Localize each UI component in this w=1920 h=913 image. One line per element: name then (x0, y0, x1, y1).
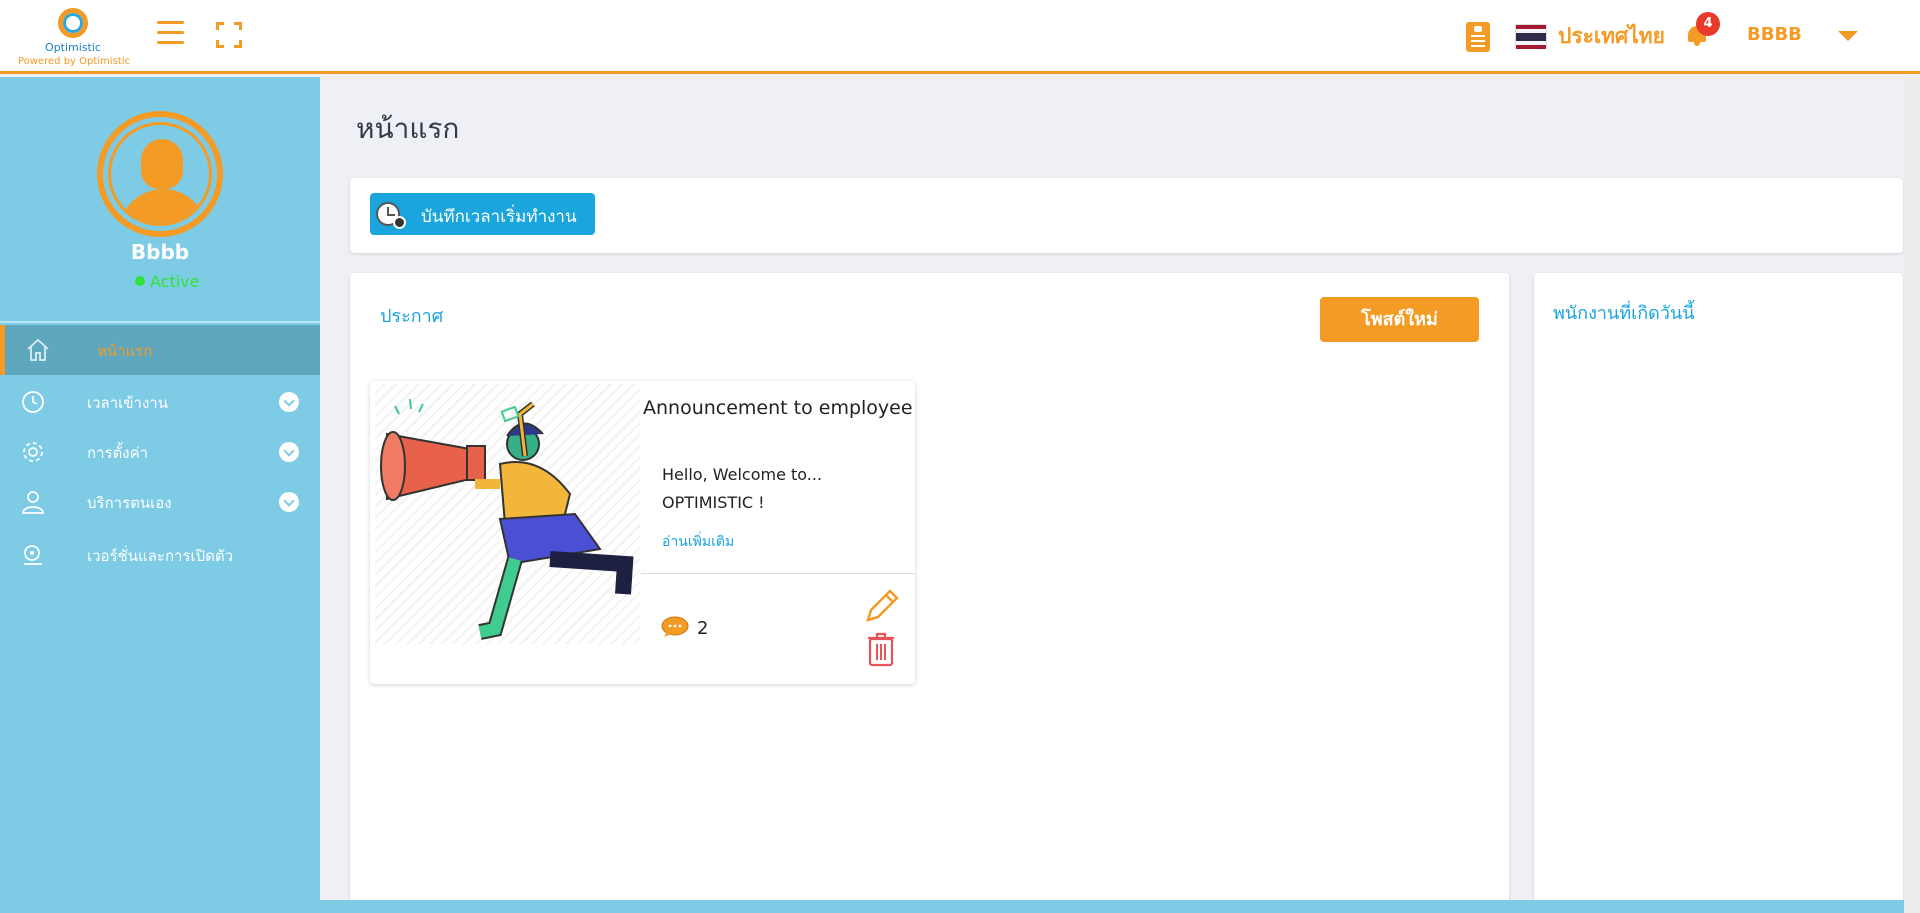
brand-tagline: Powered by Optimistic (18, 56, 130, 67)
thai-flag-icon[interactable] (1515, 24, 1547, 49)
birthdays-title: พนักงานที่เกิดวันนี้ (1553, 303, 1695, 324)
check-icon (393, 216, 406, 229)
notification-badge[interactable]: 4 (1696, 12, 1720, 36)
brand-name: Optimistic (45, 41, 101, 54)
fullscreen-icon[interactable] (216, 22, 242, 48)
sidebar-item-label: เวลาเข้างาน (87, 394, 168, 412)
announcement-post: Announcement to employee Hello, Welcome … (370, 381, 915, 684)
gear-icon (23, 442, 43, 462)
status-text: Active (150, 272, 200, 291)
sidebar-item-self-service[interactable]: บริการตนเอง (0, 477, 320, 527)
caret-down-icon[interactable] (1838, 31, 1858, 41)
birthdays-card: พนักงานที่เกิดวันนี้ (1534, 273, 1903, 913)
status-badge: Active (135, 272, 200, 291)
comment-count: 2 (697, 618, 709, 639)
sidebar-item-settings[interactable]: การตั้งค่า (0, 427, 320, 477)
clock-in-label: บันทึกเวลาเริ่มทำงาน (421, 207, 577, 227)
document-checklist-icon[interactable] (1466, 22, 1490, 52)
language-selector[interactable]: ประเทศไทย (1558, 20, 1665, 53)
sidebar-divider (0, 321, 320, 323)
chevron-down-icon[interactable] (279, 492, 299, 512)
clock-in-button[interactable]: บันทึกเวลาเริ่มทำงาน (370, 193, 595, 235)
footer-band (320, 900, 1904, 913)
sidebar-item-label: เวอร์ชั่นและการเปิดตัว (87, 547, 234, 565)
new-post-button[interactable]: โพสต์ใหม่ (1320, 297, 1479, 342)
trash-icon[interactable] (867, 631, 895, 667)
sidebar: Bbbb Active หน้าแรก เวลาเข้างาน การตั้งค… (0, 77, 320, 913)
clock-in-card: บันทึกเวลาเริ่มทำงาน (350, 178, 1903, 253)
logo-ring-icon (58, 8, 88, 38)
sidebar-item-attendance[interactable]: เวลาเข้างาน (0, 377, 320, 427)
profile-name: Bbbb (130, 240, 190, 264)
version-icon (24, 545, 42, 565)
comment-icon[interactable] (661, 616, 689, 638)
menu-icon[interactable] (157, 21, 184, 45)
clock-icon (22, 391, 44, 413)
sidebar-item-label: การตั้งค่า (87, 444, 149, 462)
sidebar-item-versions[interactable]: เวอร์ชั่นและการเปิดตัว (0, 530, 320, 580)
brand-logo[interactable]: Optimistic Powered by Optimistic (18, 6, 130, 72)
announcements-title: ประกาศ (380, 306, 444, 327)
page-title: หน้าแรก (356, 112, 460, 145)
sidebar-item-label: หน้าแรก (97, 342, 153, 360)
avatar[interactable] (97, 111, 223, 237)
home-icon (27, 338, 49, 361)
post-title[interactable]: Announcement to employee (643, 397, 913, 419)
top-bar: Optimistic Powered by Optimistic ประเทศไ… (0, 0, 1920, 74)
megaphone-illustration-icon (380, 398, 634, 640)
post-body: OPTIMISTIC ! (662, 493, 765, 512)
pencil-icon[interactable] (862, 586, 902, 626)
announcements-card: ประกาศ โพสต์ใหม่ Announcement to employe… (350, 273, 1509, 913)
user-icon (22, 491, 44, 514)
sidebar-item-home[interactable]: หน้าแรก (0, 325, 320, 375)
user-menu-name[interactable]: BBBB (1747, 24, 1802, 45)
sidebar-item-label: บริการตนเอง (87, 494, 172, 512)
status-dot-icon (135, 276, 145, 286)
post-divider (641, 573, 915, 574)
announcement-image (375, 384, 640, 644)
chevron-down-icon[interactable] (279, 392, 299, 412)
post-body: Hello, Welcome to... (662, 465, 823, 484)
chevron-down-icon[interactable] (279, 442, 299, 462)
page-scrollbar[interactable] (1904, 77, 1920, 913)
read-more-link[interactable]: อ่านเพิ่มเติม (662, 531, 734, 553)
